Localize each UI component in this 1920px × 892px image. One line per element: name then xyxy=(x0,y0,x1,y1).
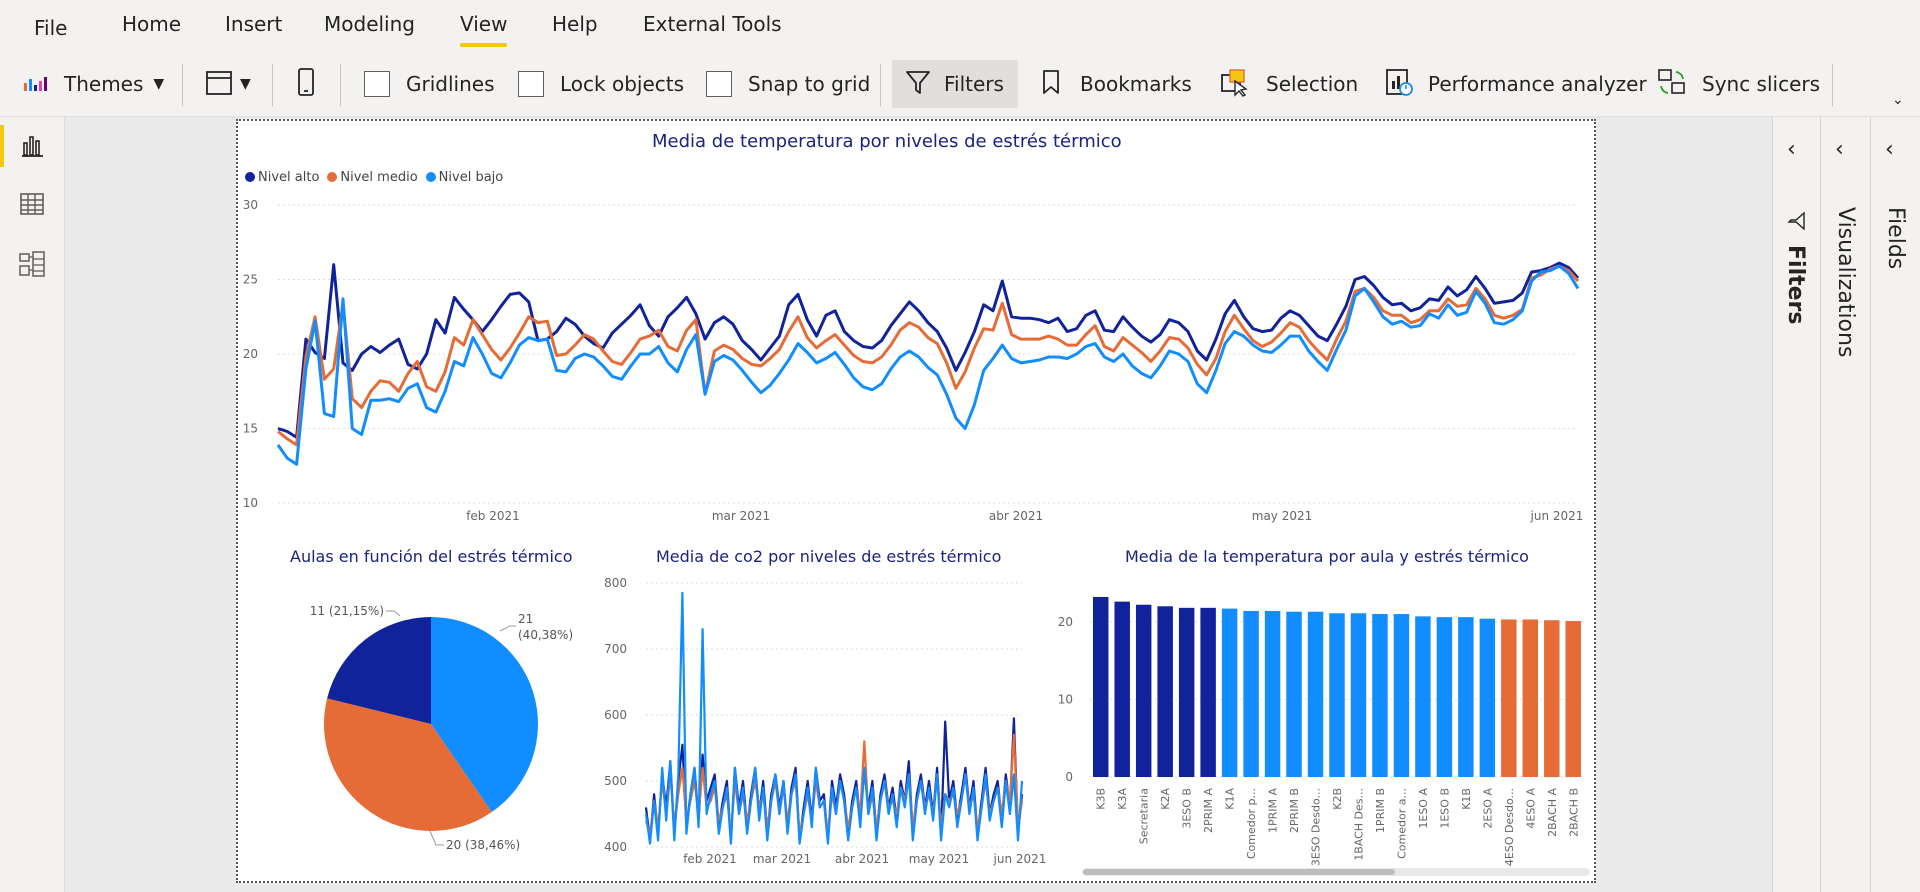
bar-chart-title: Media de la temperatura por aula y estré… xyxy=(1125,547,1529,566)
selection-icon xyxy=(1220,67,1250,102)
menu-bar: File Home Insert Modeling View Help External T… xyxy=(0,0,1920,52)
sync-slicers-icon xyxy=(1656,67,1688,102)
model-view-button[interactable] xyxy=(0,235,64,293)
legend-label: Nivel medio xyxy=(340,170,418,185)
menu-view[interactable]: View xyxy=(460,12,508,47)
sync-slicers-button[interactable]: Sync slicers xyxy=(1656,60,1820,108)
divider xyxy=(340,64,341,106)
legend-label: Nivel alto xyxy=(258,170,320,185)
mobile-icon xyxy=(295,67,317,102)
visualizations-pane[interactable]: ‹ Visualizations xyxy=(1820,117,1871,892)
model-icon xyxy=(19,251,45,277)
legend-label: Nivel bajo xyxy=(438,170,504,185)
performance-analyzer-button[interactable]: Performance analyzer xyxy=(1384,60,1647,108)
selection-label: Selection xyxy=(1266,72,1359,96)
ribbon-toolbar: Themes ▼ ▼ Gridlines Lock objects Snap t… xyxy=(0,52,1920,117)
sync-slicers-label: Sync slicers xyxy=(1702,72,1821,96)
menu-insert[interactable]: Insert xyxy=(225,12,282,36)
themes-icon xyxy=(22,71,52,98)
performance-analyzer-icon xyxy=(1384,67,1414,102)
legend-item-nivel-alto[interactable]: Nivel alto xyxy=(245,170,319,185)
divider xyxy=(880,64,881,106)
filters-pane-label: Filters xyxy=(1783,245,1808,325)
filters-pane-button[interactable]: Filters xyxy=(892,60,1018,108)
chevron-left-icon[interactable]: ‹ xyxy=(1885,137,1894,162)
visualizations-pane-label: Visualizations xyxy=(1833,207,1858,358)
menu-label: File xyxy=(34,16,68,40)
checkbox xyxy=(364,71,390,97)
line-chart-title: Media de temperatura por niveles de estr… xyxy=(652,131,1122,152)
table-icon xyxy=(20,193,44,215)
divider xyxy=(272,64,273,106)
checkbox xyxy=(518,71,544,97)
selection-pane-button[interactable]: Selection xyxy=(1220,60,1358,108)
performance-analyzer-label: Performance analyzer xyxy=(1428,72,1647,96)
data-view-button[interactable] xyxy=(0,175,64,233)
line-chart-legend[interactable]: Nivel alto Nivel medio Nivel bajo xyxy=(245,170,503,185)
chevron-left-icon[interactable]: ‹ xyxy=(1835,137,1844,162)
menu-label: Help xyxy=(552,12,598,36)
view-switcher xyxy=(0,117,65,892)
menu-label: External Tools xyxy=(643,12,782,36)
co2-chart-title: Media de co2 por niveles de estrés térmi… xyxy=(656,547,1002,566)
chevron-left-icon[interactable]: ‹ xyxy=(1787,137,1796,162)
menu-modeling[interactable]: Modeling xyxy=(324,12,415,36)
menu-label: Insert xyxy=(225,12,283,36)
checkbox xyxy=(706,71,732,97)
active-tab-indicator xyxy=(460,43,508,47)
menu-file[interactable]: File xyxy=(34,16,67,40)
fields-pane-label: Fields xyxy=(1883,207,1908,270)
report-page[interactable] xyxy=(236,119,1596,883)
filter-icon xyxy=(1787,211,1807,235)
bookmarks-label: Bookmarks xyxy=(1080,72,1192,96)
bookmark-icon xyxy=(1040,68,1062,101)
fields-pane[interactable]: ‹ Fields xyxy=(1870,117,1920,892)
menu-label: View xyxy=(460,12,508,36)
gridlines-checkbox[interactable]: Gridlines xyxy=(364,60,495,108)
menu-external-tools[interactable]: External Tools xyxy=(643,12,782,36)
lock-objects-checkbox[interactable]: Lock objects xyxy=(518,60,684,108)
menu-label: Modeling xyxy=(324,12,415,36)
right-panes: ‹ Filters ‹ Visualizations ‹ Fields xyxy=(1772,117,1920,892)
legend-item-nivel-bajo[interactable]: Nivel bajo xyxy=(425,170,504,185)
report-view-icon xyxy=(22,136,43,157)
divider xyxy=(1832,64,1833,106)
menu-label: Home xyxy=(122,12,182,36)
menu-home[interactable]: Home xyxy=(122,12,181,36)
gridlines-label: Gridlines xyxy=(406,72,495,96)
themes-button[interactable]: Themes ▼ xyxy=(22,60,164,108)
lock-objects-label: Lock objects xyxy=(560,72,685,96)
page-view-button[interactable]: ▼ xyxy=(204,60,251,108)
filters-label: Filters xyxy=(944,72,1004,96)
report-view-button[interactable] xyxy=(0,117,64,175)
legend-item-nivel-medio[interactable]: Nivel medio xyxy=(327,170,418,185)
filter-icon xyxy=(904,68,932,101)
filters-pane[interactable]: ‹ Filters xyxy=(1772,117,1821,892)
chevron-down-icon: ▼ xyxy=(153,76,165,92)
menu-help[interactable]: Help xyxy=(552,12,598,36)
divider xyxy=(182,64,183,106)
mobile-layout-button[interactable] xyxy=(295,60,317,108)
themes-label: Themes xyxy=(64,72,144,96)
snap-to-grid-checkbox[interactable]: Snap to grid xyxy=(706,60,870,108)
bookmarks-pane-button[interactable]: Bookmarks xyxy=(1040,60,1192,108)
pie-chart-title: Aulas en función del estrés térmico xyxy=(290,547,573,566)
page-view-icon xyxy=(204,68,236,101)
chevron-down-icon: ▼ xyxy=(240,76,251,92)
bar-chart-scrollbar-thumb[interactable] xyxy=(1083,869,1395,875)
ribbon-expand-icon[interactable]: ⌄ xyxy=(1892,92,1904,108)
snap-to-grid-label: Snap to grid xyxy=(748,72,871,96)
